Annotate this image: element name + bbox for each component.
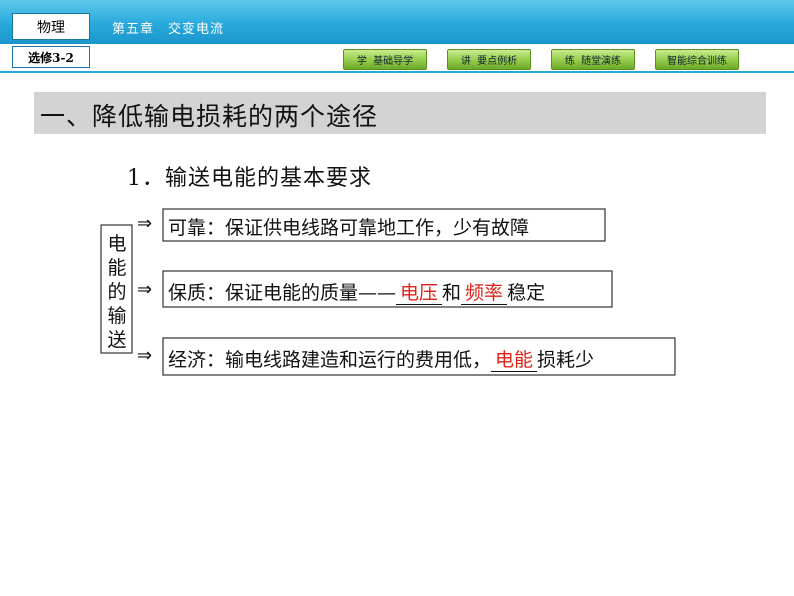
arrow-icon: ⇒ — [137, 279, 153, 300]
row-reliable: 可靠：保证供电线路可靠地工作，少有故障 — [168, 217, 530, 239]
answer-blank: 电能 — [491, 349, 538, 372]
left-label-char: 送 — [107, 329, 127, 351]
answer-frequency: 频率 — [465, 282, 504, 304]
row-quality-prefix: 保质：保证电能的质量—— — [168, 282, 397, 304]
row-quality-suffix: 稳定 — [507, 282, 546, 304]
row-economy-prefix: 经济：输电线路建造和运行的费用低， — [168, 349, 492, 371]
row-quality: 保质：保证电能的质量—— 电压和频率 稳定 — [168, 278, 545, 305]
arrow-icon: ⇒ — [137, 213, 153, 234]
row-economy: 经济：输电线路建造和运行的费用低， 电能 损耗少 — [168, 345, 594, 372]
answer-electric-energy: 电能 — [495, 349, 534, 371]
left-label-char: 电 — [107, 233, 127, 255]
row-quality-middle: 和 — [442, 282, 462, 304]
arrow-icon: ⇒ — [137, 345, 153, 366]
left-label: 电 能 的 输 送 — [104, 232, 130, 352]
left-label-char: 能 — [107, 257, 127, 279]
answer-voltage: 电压 — [400, 282, 439, 304]
left-label-char: 的 — [107, 281, 127, 303]
answer-blank: 频率 — [461, 282, 508, 305]
answer-blank: 电压 — [396, 282, 443, 305]
row-economy-suffix: 损耗少 — [537, 349, 595, 371]
left-label-char: 输 — [107, 305, 127, 327]
